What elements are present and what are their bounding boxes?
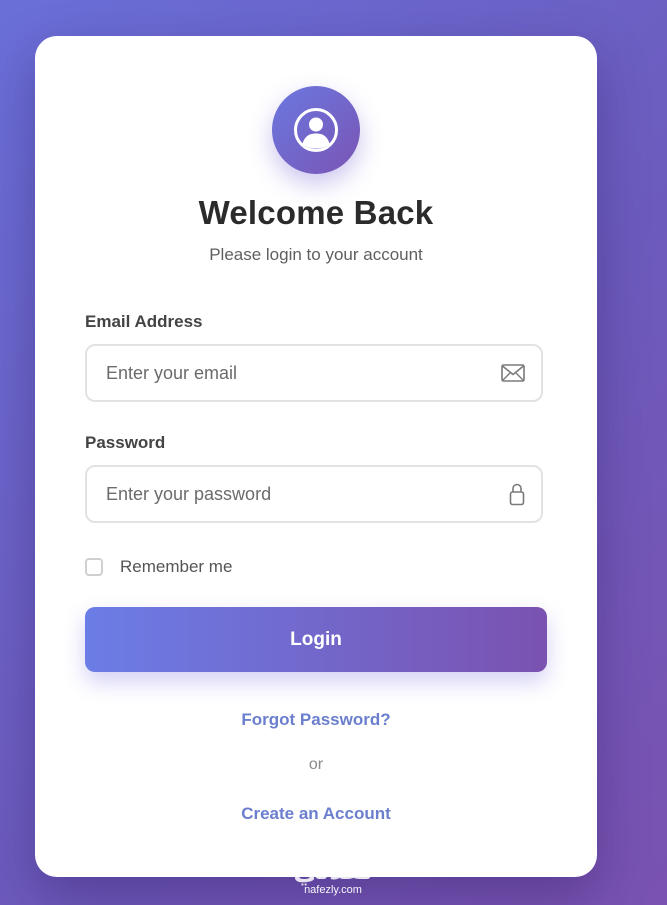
remember-me-label: Remember me bbox=[120, 557, 233, 576]
watermark-url-text: nafezly.com bbox=[304, 884, 362, 896]
email-field[interactable] bbox=[87, 346, 541, 400]
email-field-container bbox=[85, 344, 543, 402]
or-divider-text: or bbox=[308, 756, 324, 773]
page-subtitle: Please login to your account bbox=[209, 245, 423, 264]
remember-me-checkbox[interactable] bbox=[85, 558, 103, 576]
user-circle-icon bbox=[294, 108, 338, 152]
watermark-logo: نفذلي nafezly.com bbox=[276, 856, 390, 896]
email-label: Email Address bbox=[85, 312, 203, 331]
password-label: Password bbox=[85, 433, 166, 452]
remember-me-option[interactable]: Remember me bbox=[85, 557, 232, 577]
forgot-password-link[interactable]: Forgot Password? bbox=[35, 710, 597, 730]
create-account-link[interactable]: Create an Account bbox=[35, 804, 597, 824]
password-field[interactable] bbox=[87, 467, 541, 521]
page-title: Welcome Back bbox=[198, 194, 434, 231]
login-card: Welcome Back Please login to your accoun… bbox=[35, 36, 597, 877]
user-avatar bbox=[272, 86, 360, 174]
password-field-container bbox=[85, 465, 543, 523]
lock-icon bbox=[509, 482, 525, 506]
login-button[interactable]: Login bbox=[85, 607, 547, 672]
watermark-arabic-text: نفذلي bbox=[293, 855, 373, 885]
envelope-icon bbox=[501, 364, 525, 382]
